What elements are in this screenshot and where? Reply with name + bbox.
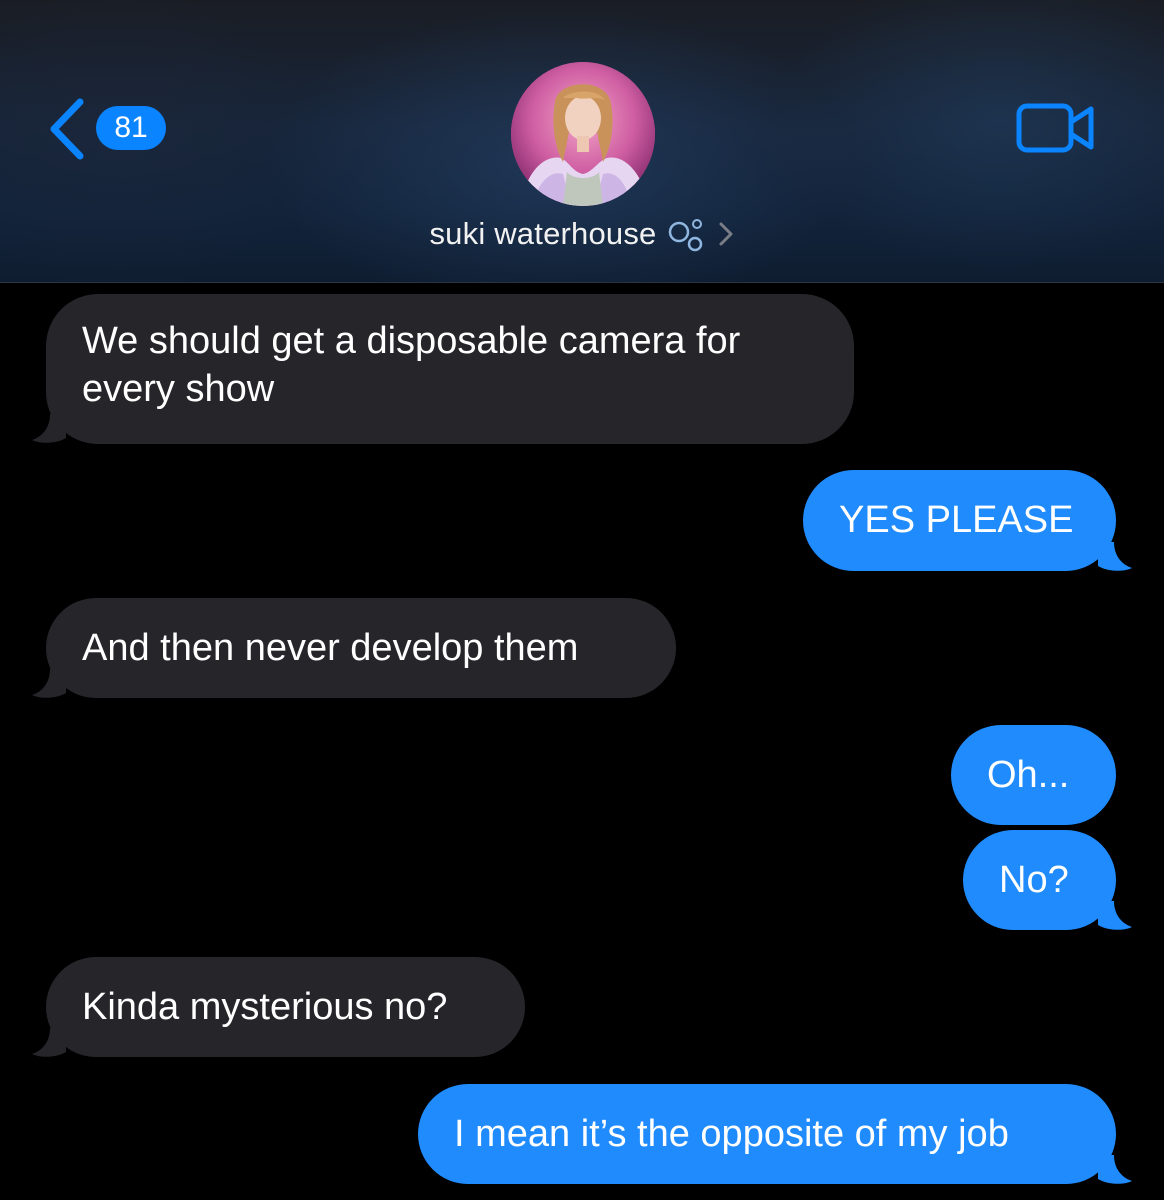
messages-screen: 81 suki waterhouse We should get a dispo… (0, 0, 1164, 1200)
message-text: And then never develop them (82, 627, 579, 669)
outgoing-bubble-tail (1098, 542, 1132, 571)
contact-title-row: suki waterhouse (0, 216, 1164, 266)
chevron-right-icon (719, 222, 732, 246)
outgoing-message-bubble[interactable]: No? (963, 830, 1116, 930)
message-text: Oh... (987, 754, 1070, 796)
bubbles-emoji-icon (668, 219, 702, 252)
contact-info-button[interactable]: suki waterhouse (429, 216, 734, 252)
incoming-message-bubble[interactable]: And then never develop them (46, 598, 676, 698)
message-text-line: We should get a disposable camera for (82, 320, 741, 362)
outgoing-bubble-tail (1098, 1155, 1132, 1184)
message-text: I mean it’s the opposite of my job (454, 1113, 1009, 1155)
avatar[interactable] (511, 62, 655, 206)
message-text-line: every show (82, 368, 275, 410)
incoming-bubble-tail (32, 1028, 66, 1057)
incoming-message-bubble[interactable]: Kinda mysterious no? (46, 957, 525, 1057)
message-text: No? (999, 859, 1069, 901)
contact-name: suki waterhouse (429, 216, 657, 251)
back-button[interactable]: 81 (44, 96, 174, 162)
chevron-left-icon (50, 98, 84, 160)
incoming-bubble-tail (32, 669, 66, 698)
message-text: YES PLEASE (839, 499, 1074, 541)
unread-count-badge: 81 (96, 106, 166, 150)
outgoing-bubble-tail (1098, 901, 1132, 930)
outgoing-message-bubble[interactable]: I mean it’s the opposite of my job (418, 1084, 1116, 1184)
incoming-message-bubble[interactable]: We should get a disposable camera for ev… (46, 294, 854, 444)
message-text: Kinda mysterious no? (82, 986, 448, 1028)
facetime-video-button[interactable] (1016, 102, 1096, 154)
avatar-photo (511, 62, 655, 206)
conversation-header: 81 suki waterhouse (0, 0, 1164, 283)
outgoing-message-bubble[interactable]: YES PLEASE (803, 470, 1116, 571)
outgoing-message-bubble[interactable]: Oh... (951, 725, 1116, 825)
video-camera-icon (1016, 103, 1094, 153)
incoming-bubble-tail (32, 414, 66, 443)
